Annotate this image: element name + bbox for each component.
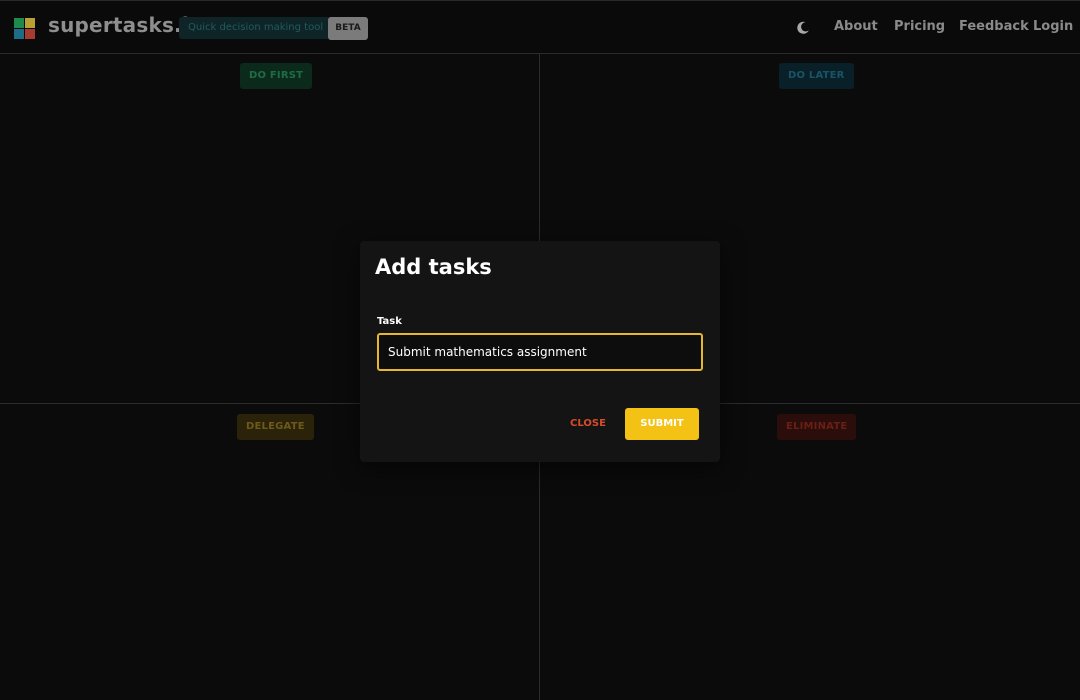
nav-feedback-link[interactable]: Feedback bbox=[959, 19, 1029, 34]
nav-login-link[interactable]: Login bbox=[1033, 19, 1073, 34]
close-button[interactable]: CLOSE bbox=[564, 408, 612, 440]
logo-square-green bbox=[14, 18, 24, 28]
beta-badge: BETA bbox=[328, 17, 368, 40]
quadrant-eliminate-label: ELIMINATE bbox=[777, 414, 857, 440]
moon-icon[interactable] bbox=[795, 20, 811, 36]
submit-button[interactable]: SUBMIT bbox=[625, 408, 699, 440]
quadrant-delegate-label: DELEGATE bbox=[237, 414, 314, 440]
dialog-title: Add tasks bbox=[375, 255, 492, 279]
task-input[interactable] bbox=[377, 333, 703, 371]
task-field-label: Task bbox=[377, 316, 402, 327]
logo-square-yellow bbox=[25, 18, 35, 28]
logo-square-red bbox=[25, 29, 35, 39]
nav-about-link[interactable]: About bbox=[834, 19, 878, 34]
top-navigation-bar: supertasks.io Quick decision making tool… bbox=[0, 0, 1080, 54]
nav-pricing-link[interactable]: Pricing bbox=[894, 19, 945, 34]
quadrant-do-later-label: DO LATER bbox=[779, 63, 854, 89]
app-logo-icon[interactable] bbox=[14, 18, 35, 39]
tagline-badge: Quick decision making tool bbox=[179, 17, 333, 39]
logo-square-blue bbox=[14, 29, 24, 39]
add-tasks-dialog: Add tasks Task CLOSE SUBMIT bbox=[360, 241, 720, 462]
quadrant-do-first-label: DO FIRST bbox=[240, 63, 313, 89]
